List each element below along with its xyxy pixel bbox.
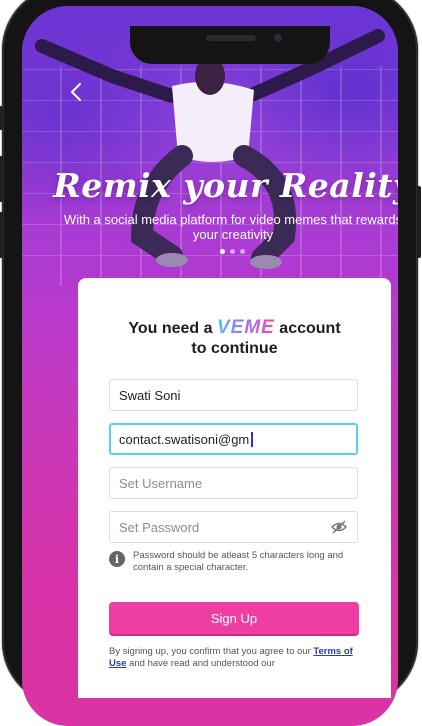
phone-notch [130, 26, 330, 64]
front-camera [274, 34, 282, 42]
username-field-placeholder: Set Username [119, 475, 203, 491]
sign-up-button[interactable]: Sign Up [109, 602, 359, 636]
chevron-left-icon [71, 83, 81, 101]
legal-prefix: By signing up, you confirm that you agre… [109, 646, 311, 657]
veme-logo-text: VEME [216, 317, 275, 338]
card-title-prefix: You need a [128, 320, 213, 337]
hero-subtitle: With a social media platform for video m… [63, 212, 398, 242]
card-title: You need a VEME account to continue [78, 318, 391, 359]
email-field[interactable]: contact.swatisoni@gm [109, 423, 358, 455]
name-field-value: Swati Soni [119, 387, 181, 403]
legal-suffix: and have read and understood our [129, 658, 275, 669]
carousel-dots [220, 249, 245, 254]
signup-card: You need a VEME account to continue Swat… [78, 278, 391, 698]
carousel-dot[interactable] [240, 249, 245, 254]
app-screen: You need a VEME account to continue Swat… [22, 6, 398, 726]
eye-off-icon[interactable] [330, 520, 348, 537]
password-field-placeholder: Set Password [119, 519, 200, 535]
hero-title: Remix your Reality [53, 166, 398, 205]
carousel-dot[interactable] [230, 249, 235, 254]
name-field[interactable]: Swati Soni [109, 379, 358, 411]
email-field-value: contact.swatisoni@gm [119, 431, 250, 447]
password-hint-text: Password should be atleast 5 characters … [133, 550, 344, 573]
password-hint: i Password should be atleast 5 character… [109, 550, 369, 574]
phone-power-button [417, 186, 421, 258]
phone-silent-switch [0, 106, 3, 130]
card-title-suffix: account [279, 320, 341, 337]
phone-volume-up [0, 156, 3, 202]
username-field[interactable]: Set Username [109, 467, 358, 499]
phone-frame: You need a VEME account to continue Swat… [0, 0, 421, 726]
carousel-dot[interactable] [220, 249, 225, 254]
password-field[interactable]: Set Password [109, 511, 358, 543]
info-icon: i [109, 551, 125, 567]
card-title-line2: to continue [191, 340, 278, 357]
text-caret [251, 431, 254, 447]
back-button[interactable] [70, 82, 82, 106]
phone-speaker [206, 35, 256, 41]
phone-volume-down [0, 212, 3, 258]
legal-text: By signing up, you confirm that you agre… [109, 646, 359, 670]
